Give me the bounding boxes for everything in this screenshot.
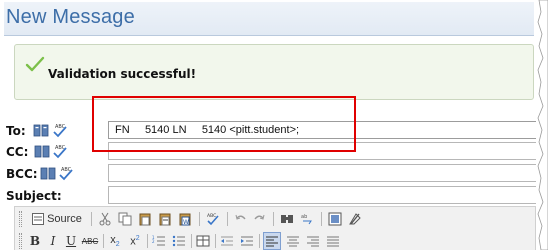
toolbar-separator [91, 212, 92, 226]
italic-button[interactable]: I [45, 232, 61, 250]
align-left-button[interactable] [263, 232, 281, 250]
outdent-icon [221, 236, 233, 246]
bulleted-list-icon [172, 235, 185, 247]
underline-icon: U [65, 234, 77, 248]
outdent-button[interactable] [219, 232, 235, 250]
cc-row: CC: ABC [6, 142, 542, 162]
toolbar-grip[interactable] [19, 211, 22, 227]
paste-word-button[interactable]: W [177, 210, 193, 228]
bold-button[interactable]: B [27, 232, 43, 250]
align-left-icon [266, 236, 278, 247]
paste-text-button[interactable] [157, 210, 173, 228]
copy-icon [118, 212, 132, 226]
toolbar-separator [147, 234, 148, 248]
bcc-input[interactable] [108, 164, 542, 182]
copy-button[interactable] [117, 210, 133, 228]
replace-button[interactable]: ab [299, 210, 315, 228]
numbered-list-button[interactable]: 12 [151, 232, 167, 250]
paste-word-icon: W [179, 213, 191, 226]
page-title: New Message [6, 6, 135, 28]
source-button[interactable]: Source [27, 210, 87, 228]
subscript-icon: x2 [110, 233, 120, 249]
numbered-list-icon: 12 [152, 235, 165, 246]
toolbar-separator [191, 234, 192, 248]
cc-label: CC: [6, 145, 29, 159]
toolbar-separator [259, 234, 260, 248]
bcc-row: BCC: ABC [6, 164, 542, 184]
spellcheck-icon: ABC [207, 213, 219, 226]
toolbar-grip[interactable] [19, 233, 22, 249]
strike-button[interactable]: ABC [81, 232, 99, 250]
bcc-label: BCC: [6, 167, 38, 181]
checkmark-icon [25, 56, 45, 72]
redo-icon [254, 214, 265, 220]
subscript-button[interactable]: x2 [107, 232, 123, 250]
paste-text-icon [159, 213, 171, 226]
validation-banner: Validation successful! [14, 44, 534, 100]
toolbar-separator [273, 212, 274, 226]
toolbar-separator [199, 212, 200, 226]
justify-icon [327, 236, 339, 247]
paste-button[interactable] [137, 210, 153, 228]
editor-toolbar: Source W ABC ab B I U ABC x2 x2 1 2 [14, 206, 536, 250]
bold-icon: B [29, 234, 41, 248]
address-book-icon[interactable] [40, 165, 56, 181]
underline-button[interactable]: U [63, 232, 79, 250]
align-center-icon [287, 236, 299, 247]
toolbar-separator [215, 234, 216, 248]
address-book-icon[interactable] [33, 122, 49, 138]
find-icon [281, 215, 293, 223]
superscript-button[interactable]: x2 [127, 232, 143, 250]
spellcheck-icon[interactable]: ABC [52, 143, 68, 159]
select-all-button[interactable] [327, 210, 343, 228]
address-book-icon[interactable] [34, 143, 50, 159]
svg-text:ab: ab [301, 214, 307, 220]
bulleted-list-button[interactable] [171, 232, 187, 250]
indent-icon [241, 236, 253, 246]
subject-label: Subject: [6, 189, 62, 203]
title-bar: New Message [4, 2, 534, 36]
undo-button[interactable] [233, 210, 249, 228]
toolbar-separator [103, 234, 104, 248]
source-icon [32, 213, 45, 225]
undo-icon [235, 214, 246, 220]
spellcheck-icon[interactable]: ABC [58, 165, 74, 181]
to-label: To: [6, 124, 26, 138]
cut-icon [99, 212, 111, 226]
superscript-icon: x2 [130, 234, 140, 248]
find-button[interactable] [279, 210, 295, 228]
align-right-button[interactable] [305, 232, 321, 250]
subject-row: Subject: [6, 186, 542, 206]
toolbar-separator [227, 212, 228, 226]
validation-message: Validation successful! [48, 67, 197, 81]
table-button[interactable] [195, 232, 211, 250]
replace-icon: ab [301, 214, 312, 225]
subject-input[interactable] [108, 186, 542, 204]
strike-icon: ABC [81, 236, 99, 246]
align-right-icon [307, 236, 319, 247]
align-center-button[interactable] [285, 232, 301, 250]
source-label: Source [47, 213, 82, 225]
svg-text:ABC: ABC [207, 213, 216, 219]
justify-button[interactable] [325, 232, 341, 250]
remove-format-button[interactable] [347, 210, 363, 228]
svg-text:2: 2 [152, 239, 155, 244]
toolbar-separator [321, 212, 322, 226]
italic-icon: I [50, 234, 56, 248]
cc-input[interactable] [108, 142, 542, 160]
spellcheck-icon[interactable]: ABC [52, 122, 68, 138]
remove-format-icon [349, 213, 361, 225]
indent-button[interactable] [239, 232, 255, 250]
paste-icon [139, 213, 151, 226]
to-row: To: ABC FN 5140 LN 5140 <pitt.student>; [6, 121, 542, 141]
redo-button[interactable] [251, 210, 267, 228]
svg-text:W: W [183, 219, 189, 226]
torn-edge [536, 0, 548, 250]
select-all-icon [328, 212, 342, 226]
table-icon [196, 235, 210, 247]
spellcheck-button[interactable]: ABC [205, 210, 221, 228]
to-input[interactable]: FN 5140 LN 5140 <pitt.student>; [108, 121, 542, 139]
cut-button[interactable] [97, 210, 113, 228]
